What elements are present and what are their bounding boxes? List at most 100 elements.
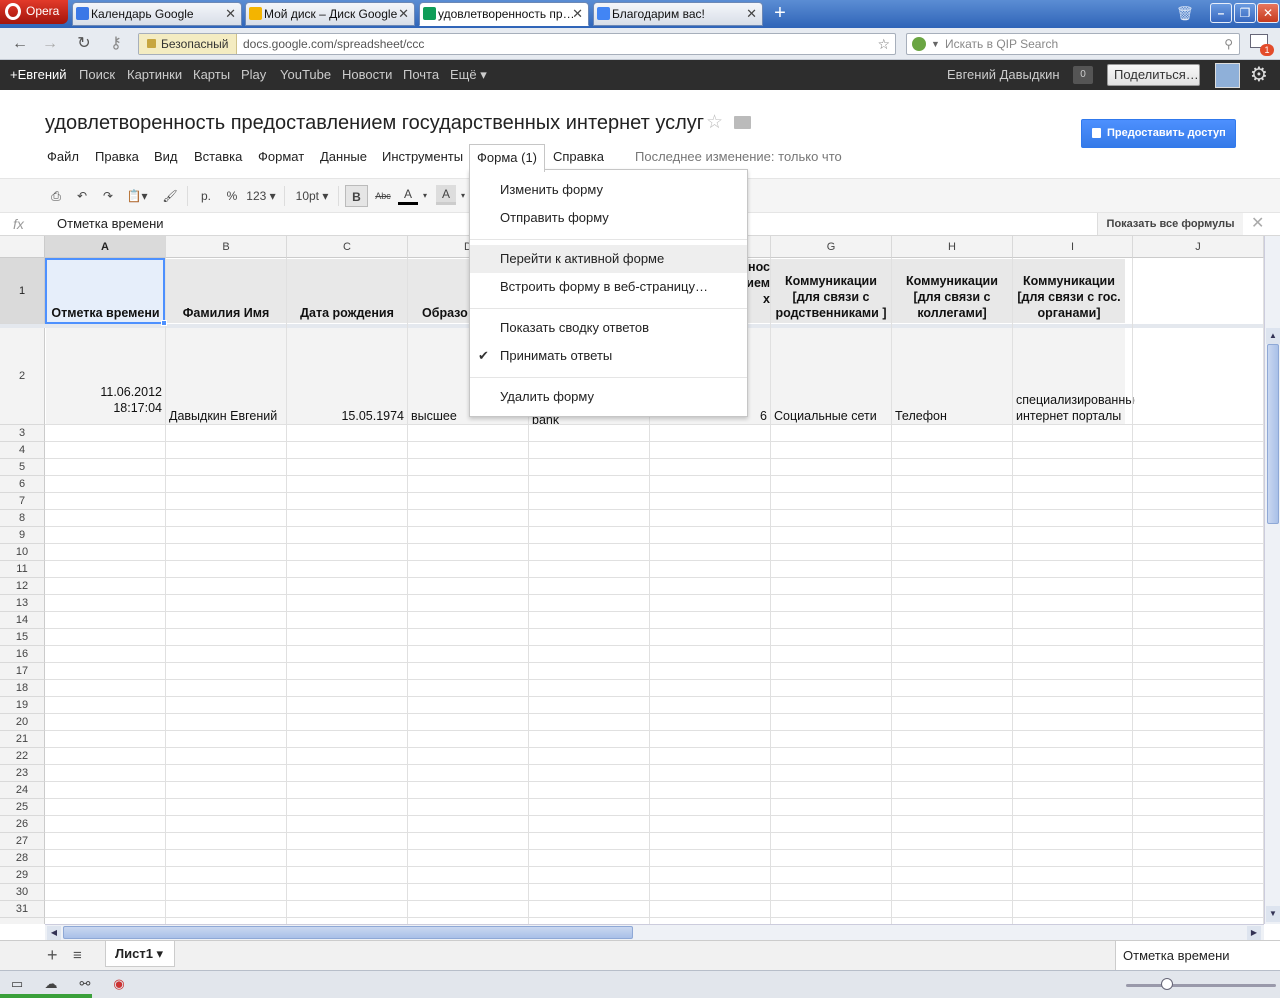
column-header[interactable]: A [45,236,166,258]
browser-tab[interactable]: Благодарим вас! ✕ [593,2,763,26]
gbar-link-mail[interactable]: Почта [403,60,439,90]
gbar-link-news[interactable]: Новости [342,60,392,90]
menu-data[interactable]: Данные [320,144,367,170]
gbar-link-play[interactable]: Play [241,60,266,90]
browser-tab-active[interactable]: удовлетворенность пр… ✕ [419,2,589,26]
column-header[interactable]: H [892,236,1013,258]
row-header[interactable]: 4 [0,442,45,459]
percent-format-button[interactable]: % [222,185,242,207]
gbar-link-youtube[interactable]: YouTube [280,60,331,90]
font-size-dropdown[interactable]: 10pt ▾ [292,185,332,207]
column-header[interactable]: I [1013,236,1133,258]
menu-format[interactable]: Формат [258,144,304,170]
menu-item-send-form[interactable]: Отправить форму [470,204,747,232]
close-tab-icon[interactable]: ✕ [572,3,583,25]
maximize-icon[interactable]: ❐ [1234,3,1256,23]
menu-item-accept-responses[interactable]: ✔ Принимать ответы [470,342,747,370]
paste-icon[interactable]: 📋▾ [124,185,150,207]
menu-edit[interactable]: Правка [95,144,139,170]
row-header[interactable]: 19 [0,697,45,714]
scroll-down-icon[interactable]: ▼ [1266,906,1280,922]
row-header[interactable]: 15 [0,629,45,646]
row-header[interactable]: 30 [0,884,45,901]
row-header[interactable]: 6 [0,476,45,493]
row-header[interactable]: 2 [0,328,45,425]
last-edit-status[interactable]: Последнее изменение: только что [635,144,842,170]
row-header[interactable]: 5 [0,459,45,476]
doc-title[interactable]: удовлетворенность предоставлением госуда… [45,112,704,135]
gbar-link-maps[interactable]: Карты [193,60,230,90]
fill-color-button[interactable]: A [436,185,456,205]
folder-icon[interactable] [734,116,751,129]
print-icon[interactable]: ⎙ [46,185,66,207]
gbar-share-button[interactable]: Поделиться… [1107,64,1200,86]
sheet-list-icon[interactable]: ≡ [73,945,82,967]
column-header[interactable]: B [166,236,287,258]
minimize-icon[interactable]: – [1210,3,1232,23]
gbar-link-more[interactable]: Ещё ▾ [450,60,487,90]
vertical-scrollbar[interactable]: ▲ ▼ [1264,236,1280,924]
row-header[interactable]: 17 [0,663,45,680]
row-header[interactable]: 26 [0,816,45,833]
row-header[interactable]: 27 [0,833,45,850]
row-header[interactable]: 12 [0,578,45,595]
sheet-tab[interactable]: Лист1 ▾ [105,941,175,967]
chevron-down-icon[interactable]: ▾ [420,185,430,207]
scroll-left-icon[interactable]: ◀ [47,926,61,940]
undo-icon[interactable]: ↶ [72,185,92,207]
row-header[interactable]: 25 [0,799,45,816]
cell-birthdate[interactable]: 15.05.1974 [287,408,407,424]
cell-timestamp[interactable]: 11.06.2012 18:17:04 [46,384,165,424]
fill-handle[interactable] [161,320,167,326]
security-badge[interactable]: Безопасный [139,34,238,54]
row-header[interactable]: 13 [0,595,45,612]
row-header[interactable]: 9 [0,527,45,544]
close-tab-icon[interactable]: ✕ [746,3,757,25]
show-all-formulas-button[interactable]: Показать все формулы [1097,213,1243,235]
chevron-down-icon[interactable]: ▼ [931,34,940,54]
strikethrough-button[interactable]: Abc [372,185,394,207]
select-all-corner[interactable] [0,236,45,258]
trash-icon[interactable]: 🗑 [1176,5,1194,22]
cloud-icon[interactable]: ☁ [42,976,60,992]
row-header[interactable]: 10 [0,544,45,561]
menu-view[interactable]: Вид [154,144,178,170]
notification-count[interactable]: 0 [1073,66,1093,84]
avatar[interactable] [1215,63,1240,88]
menu-help[interactable]: Справка [553,144,604,170]
header-cell-comm-colleagues[interactable]: Коммуникации [для связи с коллегами] [892,259,1012,323]
scroll-up-icon[interactable]: ▲ [1266,328,1280,344]
url-field[interactable]: Безопасный docs.google.com/spreadsheet/c… [138,33,896,55]
horizontal-scrollbar[interactable]: ◀ ▶ [45,924,1264,940]
close-icon[interactable]: ✕ [1251,213,1264,235]
add-sheet-icon[interactable]: + [47,944,58,966]
menu-form[interactable]: Форма (1) [469,144,546,172]
gbar-link-search[interactable]: Поиск [79,60,115,90]
bookmark-star-icon[interactable]: ☆ [877,34,890,54]
row-header[interactable]: 1 [0,258,45,324]
column-header[interactable]: J [1133,236,1264,258]
row-header[interactable]: 16 [0,646,45,663]
row-header[interactable]: 3 [0,425,45,442]
reload-icon[interactable]: ↻ [74,34,94,54]
zoom-slider-knob[interactable] [1161,978,1173,990]
key-icon[interactable]: ⚷ [106,34,126,54]
currency-format-button[interactable]: р. [196,185,216,207]
menu-item-go-to-live-form[interactable]: Перейти к активной форме [470,245,747,273]
cell-comm-colleagues[interactable]: Телефон [892,408,1012,424]
close-tab-icon[interactable]: ✕ [225,3,236,25]
scroll-right-icon[interactable]: ▶ [1247,926,1261,940]
text-color-button[interactable]: A [398,185,418,205]
menu-tools[interactable]: Инструменты [382,144,463,170]
header-cell-birthdate[interactable]: Дата рождения [287,259,407,323]
cell-name[interactable]: Давыдкин Евгений [166,408,286,424]
menu-item-delete-form[interactable]: Удалить форму [470,383,747,411]
menu-file[interactable]: Файл [47,144,79,170]
row-header[interactable]: 8 [0,510,45,527]
redo-icon[interactable]: ↷ [98,185,118,207]
formula-input[interactable]: Отметка времени [57,213,164,235]
search-icon[interactable]: ⚲ [1224,34,1233,54]
menu-insert[interactable]: Вставка [194,144,242,170]
scrollbar-thumb[interactable] [63,926,633,939]
cell-comm-relatives[interactable]: Социальные сети [771,408,891,424]
